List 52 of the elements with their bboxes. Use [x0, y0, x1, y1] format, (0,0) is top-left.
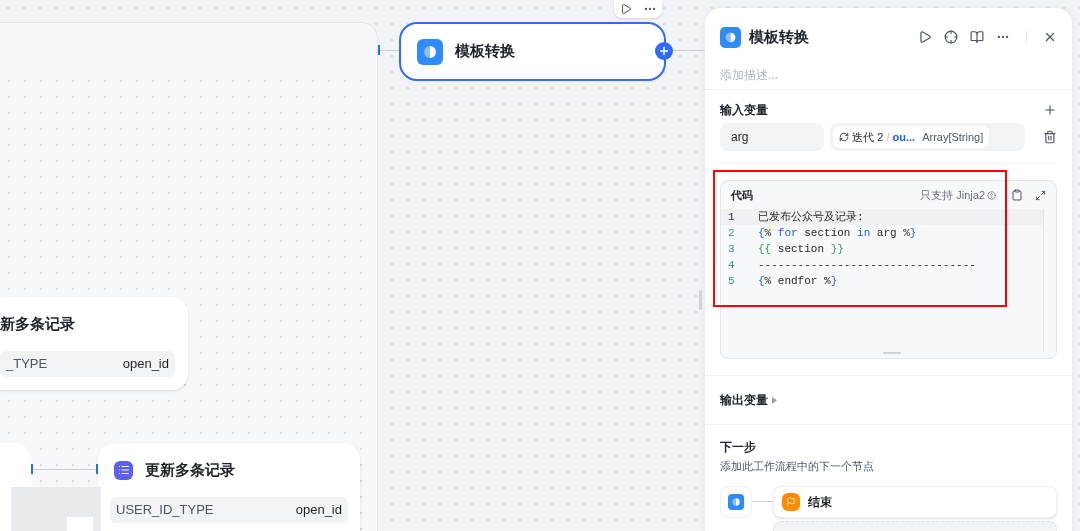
play-icon[interactable] — [619, 3, 632, 15]
code-editor[interactable]: 代码 只支持 Jinja2 1 已发布公众号及记录: 2 {% for section in arg %} 3 {{ section }} 4 --------------------------------- 5 {% endfor %} — [720, 180, 1057, 359]
jinja-hint: 只支持 Jinja2 — [920, 187, 985, 203]
panel-title: 模板转换 — [749, 26, 809, 47]
delete-icon[interactable] — [1043, 130, 1057, 144]
expand-icon[interactable] — [1035, 189, 1046, 201]
run-icon[interactable] — [918, 30, 932, 44]
line-number: 1 — [727, 209, 736, 225]
code-line: {{ section }} — [758, 241, 844, 257]
node-title: 更新多条记录 — [145, 459, 235, 480]
variable-source-field[interactable]: 迭代 2 / ou... Array[String] — [830, 123, 1026, 151]
code-line: {% endfor %} — [758, 273, 838, 289]
node-title: 结束 — [808, 493, 832, 511]
variable-label: ou... — [892, 129, 916, 145]
line-number: 2 — [727, 225, 736, 241]
add-icon[interactable] — [1043, 103, 1057, 117]
node-title: 模板转换 — [455, 41, 515, 62]
plus-icon — [658, 45, 670, 57]
line-number: 4 — [727, 257, 736, 273]
help-icon[interactable] — [987, 190, 996, 200]
line-number: 5 — [727, 273, 736, 289]
section-title: 输入变量 — [720, 102, 768, 119]
close-icon[interactable] — [1043, 30, 1057, 44]
node-card[interactable]: 新多条记录 _TYPE open_id — [0, 297, 188, 390]
param-value: open_id — [295, 501, 342, 520]
resize-handle[interactable] — [883, 352, 901, 354]
code-label: 代码 — [731, 187, 753, 203]
book-icon[interactable] — [970, 30, 984, 44]
code-line: {% for section in arg %} — [758, 225, 917, 241]
node-title: 新多条记录 — [0, 313, 75, 334]
node-card[interactable]: 更新多条记录 USER_ID_TYPE open_id — [98, 443, 360, 531]
type-label: Array[String] — [922, 129, 984, 145]
separator: / — [886, 129, 890, 145]
add-node-button[interactable] — [655, 42, 673, 60]
param-value: open_id — [122, 355, 169, 374]
line-number: 3 — [727, 241, 736, 257]
param-name: _TYPE — [6, 355, 48, 374]
loop-icon — [839, 132, 850, 142]
code-line: 已发布公众号及记录: — [758, 209, 864, 225]
section-title: 输出变量 — [720, 392, 768, 409]
next-node-item[interactable]: 结束 — [773, 485, 1057, 518]
param-name: USER_ID_TYPE — [116, 501, 214, 520]
source-label: 迭代 2 — [852, 129, 884, 145]
list-icon — [114, 460, 133, 480]
template-node[interactable]: 模板转换 — [399, 22, 666, 81]
copy-icon[interactable] — [1011, 189, 1023, 201]
section-description: 添加此工作流程中的下一个节点 — [720, 459, 875, 474]
flag-icon — [782, 492, 800, 511]
section-title: 下一步 — [720, 439, 757, 456]
code-line: --------------------------------- — [758, 257, 976, 273]
variable-name-field[interactable]: arg — [720, 123, 825, 151]
crosshair-icon[interactable] — [944, 30, 958, 44]
